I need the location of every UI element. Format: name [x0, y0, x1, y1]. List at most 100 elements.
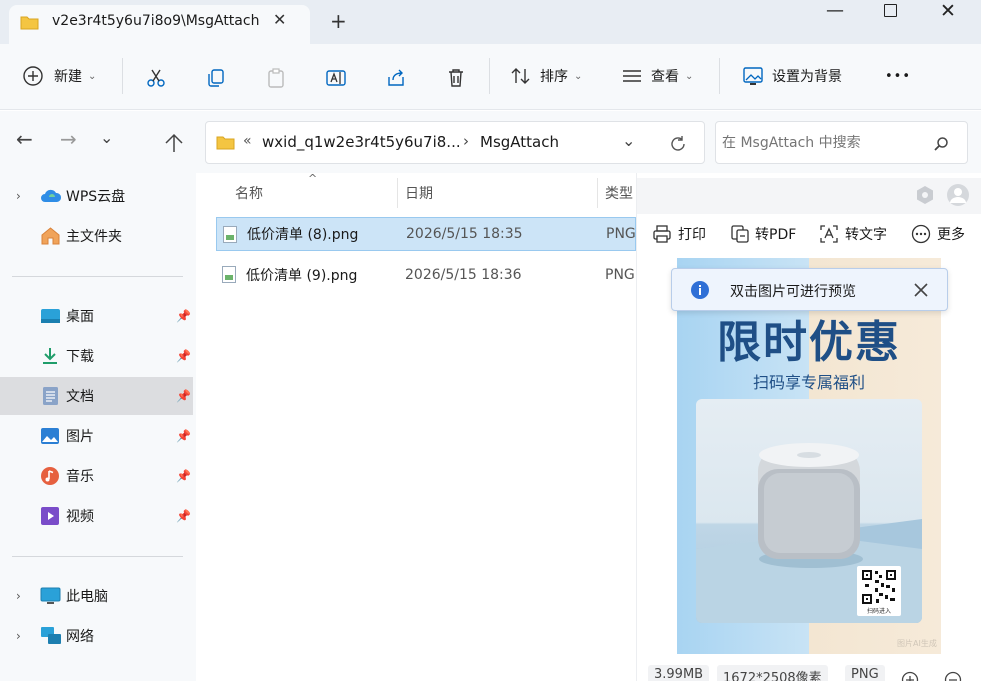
copy-icon[interactable] [205, 67, 227, 89]
poster-footer: 图片AI生成 [897, 639, 937, 648]
image-format-chip: PNG [845, 665, 885, 681]
sort-label: 排序 [540, 69, 568, 85]
tab-close-button[interactable]: ✕ [273, 10, 286, 29]
column-header-date[interactable]: 日期 [405, 183, 433, 203]
sidebar-item-downloads[interactable]: 下载 📌 [0, 337, 193, 375]
sidebar-item-this-pc[interactable]: › 此电脑 [0, 577, 193, 615]
chevron-down-icon: ⌄ [574, 70, 583, 82]
search-icon[interactable] [933, 136, 949, 152]
refresh-icon[interactable] [668, 134, 688, 154]
new-button[interactable]: 新建 ⌄ [22, 56, 96, 96]
folder-icon [216, 136, 235, 150]
column-header-type[interactable]: 类型 [605, 183, 633, 203]
file-type: PNG [606, 226, 636, 242]
paste-icon[interactable] [265, 67, 287, 89]
sidebar-item-label: WPS云盘 [66, 189, 126, 205]
set-as-background-button[interactable]: 设置为背景 [742, 56, 842, 96]
sidebar-item-wps-cloud[interactable]: › WPS云盘 [0, 177, 193, 215]
breadcrumb-separator-icon[interactable]: › [463, 132, 469, 150]
expand-chevron-icon[interactable]: › [16, 629, 21, 643]
forward-arrow-icon[interactable]: → [60, 127, 77, 151]
close-window-button[interactable]: ✕ [940, 0, 956, 22]
close-icon[interactable] [912, 281, 930, 299]
pin-icon[interactable]: 📌 [176, 429, 191, 443]
printer-icon [653, 225, 671, 243]
sidebar-divider [12, 556, 183, 557]
file-name: 低价清单 (9).png [246, 268, 358, 284]
avatar[interactable] [946, 183, 970, 207]
document-icon [43, 387, 58, 405]
breadcrumb-parent[interactable]: wxid_q1w2e3r4t5y6u7i8... [262, 133, 461, 151]
breadcrumb-overflow[interactable]: « [243, 133, 252, 149]
pin-icon[interactable]: 📌 [176, 469, 191, 483]
preview-more-button[interactable]: 更多 [911, 224, 965, 244]
sidebar-item-home[interactable]: 主文件夹 [0, 217, 193, 255]
ocr-icon [820, 225, 838, 243]
expand-chevron-icon[interactable]: › [16, 589, 21, 603]
music-icon [41, 467, 59, 485]
sidebar-item-music[interactable]: 音乐 📌 [0, 457, 193, 495]
download-icon [43, 348, 57, 364]
sidebar-item-label: 主文件夹 [66, 229, 122, 245]
hexagon-icon[interactable] [915, 185, 935, 205]
sidebar-item-label: 音乐 [66, 469, 94, 485]
share-icon[interactable] [385, 67, 407, 89]
toolbar-divider [489, 58, 490, 94]
sidebar-item-label: 桌面 [66, 309, 94, 325]
breadcrumb-current[interactable]: MsgAttach [480, 133, 559, 151]
toolbar-divider [719, 58, 720, 94]
pin-icon[interactable]: 📌 [176, 309, 191, 323]
expand-chevron-icon[interactable]: › [16, 189, 21, 203]
convert-text-button[interactable]: 转文字 [819, 224, 887, 244]
new-tab-button[interactable]: + [330, 9, 347, 33]
cut-icon[interactable] [145, 67, 167, 89]
up-arrow-icon[interactable] [163, 132, 185, 154]
sort-icon [511, 68, 530, 84]
minimize-button[interactable]: — [826, 0, 844, 21]
sidebar-item-documents[interactable]: 文档 📌 [0, 377, 193, 415]
zoom-in-icon[interactable] [901, 671, 919, 681]
print-button[interactable]: 打印 [652, 224, 706, 244]
png-file-icon [223, 226, 237, 243]
recent-locations-chevron-icon[interactable]: ⌄ [100, 128, 113, 147]
convert-pdf-button[interactable]: 转PDF [730, 224, 796, 244]
sidebar-item-label: 下载 [66, 349, 94, 365]
rename-icon[interactable] [325, 67, 347, 89]
sidebar-item-label: 文档 [66, 389, 94, 405]
network-icon [41, 627, 61, 644]
computer-icon [40, 587, 61, 604]
image-preview[interactable]: 限时优惠 扫码享专属福利 扫码进入 图片AI生成 [677, 258, 941, 654]
table-row[interactable]: 低价清单 (8).png 2026/5/15 18:35 PNG [216, 217, 636, 251]
column-divider[interactable] [397, 178, 398, 208]
view-label: 查看 [651, 69, 679, 85]
column-divider[interactable] [597, 178, 598, 208]
sidebar-item-label: 网络 [66, 629, 94, 645]
file-type: PNG [605, 267, 635, 283]
more-options-button[interactable]: ••• [885, 56, 911, 96]
delete-icon[interactable] [445, 67, 467, 89]
pin-icon[interactable]: 📌 [176, 509, 191, 523]
video-icon [41, 507, 59, 525]
table-row[interactable]: 低价清单 (9).png 2026/5/15 18:36 PNG [216, 258, 636, 292]
cloud-icon [41, 189, 62, 202]
more-horizontal-icon [911, 224, 931, 244]
pin-icon[interactable]: 📌 [176, 349, 191, 363]
sort-button[interactable]: 排序 ⌄ [510, 56, 582, 96]
search-input[interactable] [722, 128, 927, 158]
desktop-icon [41, 308, 60, 323]
sidebar-item-videos[interactable]: 视频 📌 [0, 497, 193, 535]
chevron-down-icon: ⌄ [88, 70, 97, 82]
wallpaper-icon [743, 67, 763, 85]
maximize-button[interactable] [884, 4, 897, 17]
toast-message: 双击图片可进行预览 [730, 284, 856, 300]
sidebar-item-pictures[interactable]: 图片 📌 [0, 417, 193, 455]
zoom-out-icon[interactable] [944, 671, 962, 681]
sidebar-item-network[interactable]: › 网络 [0, 617, 193, 655]
convert-pdf-icon [731, 225, 749, 243]
view-button[interactable]: 查看 ⌄ [621, 56, 693, 96]
pin-icon[interactable]: 📌 [176, 389, 191, 403]
back-arrow-icon[interactable]: ← [16, 127, 33, 151]
address-dropdown-chevron-icon[interactable]: ⌄ [622, 131, 635, 150]
sidebar-item-desktop[interactable]: 桌面 📌 [0, 297, 193, 335]
column-header-name[interactable]: 名称 [235, 183, 263, 203]
